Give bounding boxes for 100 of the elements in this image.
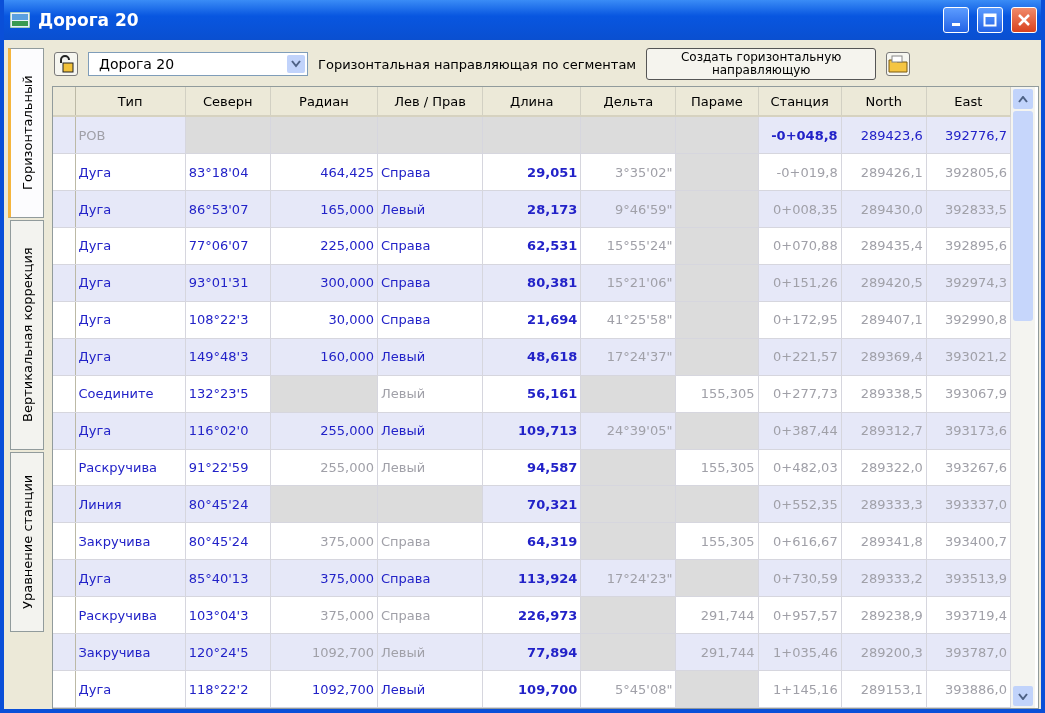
table-cell[interactable]: Дуга [75,190,186,228]
maximize-button[interactable] [977,7,1003,33]
column-header[interactable]: North [841,87,927,117]
table-cell[interactable]: Левый [377,412,483,449]
row-header-cell[interactable] [53,264,76,302]
table-cell[interactable]: 77°06'07 [185,227,271,265]
table-cell[interactable]: Дуга [75,670,186,708]
column-header[interactable]: Лев / Прав [377,87,483,117]
table-cell[interactable]: Справа [377,153,483,191]
table-cell[interactable]: 225,000 [270,227,378,265]
table-cell[interactable]: 108°22'3 [185,301,271,339]
table-cell[interactable]: -0+048,8 [758,116,842,154]
row-header-cell[interactable] [53,522,76,560]
lock-button[interactable] [54,52,78,76]
table-cell[interactable]: 80°45'24 [185,522,271,560]
table-cell[interactable]: 113,924 [482,559,581,597]
table-cell[interactable]: Справа [377,301,483,339]
row-header-cell[interactable] [53,559,76,597]
table-cell[interactable]: Раскручива [75,449,186,486]
row-header-cell[interactable] [53,596,76,634]
table-cell[interactable]: 48,618 [482,338,581,376]
table-cell[interactable]: 118°22'2 [185,670,271,708]
alignment-dropdown[interactable]: Дорога 20 [88,52,308,76]
table-cell[interactable]: 300,000 [270,264,378,302]
table-cell[interactable]: 464,425 [270,153,378,191]
table-cell[interactable]: 160,000 [270,338,378,376]
table-cell[interactable]: 28,173 [482,190,581,228]
table-cell[interactable]: 91°22'59 [185,449,271,486]
scroll-up-icon[interactable] [1018,95,1028,103]
table-cell[interactable]: Раскручива [75,596,186,634]
row-header-cell[interactable] [53,153,76,191]
column-header[interactable]: Параме [675,87,759,117]
table-cell[interactable]: 70,321 [482,485,581,523]
table-cell[interactable]: 109,700 [482,670,581,708]
table-cell[interactable]: 80,381 [482,264,581,302]
column-header[interactable]: Радиан [270,87,378,117]
column-header[interactable]: Северн [185,87,271,117]
row-header-cell[interactable] [53,449,76,486]
table-cell[interactable]: Соедините [75,375,186,413]
row-header-cell[interactable] [53,412,76,449]
table-cell[interactable]: 30,000 [270,301,378,339]
row-header-cell[interactable] [53,190,76,228]
table-cell[interactable]: Справа [377,227,483,265]
row-header-cell[interactable] [53,375,76,413]
table-cell[interactable]: Справа [377,559,483,597]
table-cell[interactable]: 83°18'04 [185,153,271,191]
table-cell[interactable]: 77,894 [482,633,581,671]
table-cell[interactable]: 132°23'5 [185,375,271,413]
table-cell[interactable]: Дуга [75,412,186,449]
table-cell[interactable]: Левый [377,670,483,708]
table-cell[interactable]: 289423,6 [841,116,927,154]
table-cell[interactable]: 94,587 [482,449,581,486]
table-cell[interactable]: 120°24'5 [185,633,271,671]
column-header[interactable]: Станция [758,87,842,117]
row-header-cell[interactable] [53,670,76,708]
table-cell[interactable]: Левый [377,190,483,228]
table-cell[interactable]: 93°01'31 [185,264,271,302]
table-cell[interactable]: 21,694 [482,301,581,339]
side-tab[interactable]: Горизонтальный [8,48,44,218]
column-header[interactable]: Тип [75,87,186,117]
row-header-cell[interactable] [53,338,76,376]
row-header-cell[interactable] [53,633,76,671]
table-cell[interactable]: 109,713 [482,412,581,449]
table-cell[interactable]: 62,531 [482,227,581,265]
column-header[interactable]: Длина [482,87,581,117]
table-cell[interactable]: 86°53'07 [185,190,271,228]
side-tab[interactable]: Вертикальная коррекция [10,220,44,450]
row-header-cell[interactable] [53,227,76,265]
row-header-cell[interactable] [53,116,76,154]
folder-button[interactable] [886,52,911,76]
close-button[interactable] [1011,7,1037,33]
table-cell[interactable]: 392776,7 [926,116,1011,154]
row-header-cell[interactable] [53,485,76,523]
table-cell[interactable]: 255,000 [270,412,378,449]
table-cell[interactable]: 56,161 [482,375,581,413]
table-cell[interactable]: 1092,700 [270,670,378,708]
table-cell[interactable]: 103°04'3 [185,596,271,634]
table-cell[interactable]: 29,051 [482,153,581,191]
table-cell[interactable]: 375,000 [270,559,378,597]
table-cell[interactable]: Дуга [75,338,186,376]
table-cell[interactable]: Дуга [75,264,186,302]
table-cell[interactable]: Дуга [75,227,186,265]
column-header[interactable]: Дельта [580,87,676,117]
row-header-cell[interactable] [53,301,76,339]
table-cell[interactable]: 226,973 [482,596,581,634]
scroll-down-icon[interactable] [1018,692,1028,700]
table-cell[interactable]: Дуга [75,559,186,597]
table-cell[interactable]: 116°02'0 [185,412,271,449]
table-cell[interactable]: 165,000 [270,190,378,228]
vertical-scrollbar[interactable] [1011,87,1035,708]
table-cell[interactable]: Закручива [75,633,186,671]
table-cell[interactable]: 149°48'3 [185,338,271,376]
table-cell[interactable]: 64,319 [482,522,581,560]
column-header[interactable]: East [926,87,1011,117]
minimize-button[interactable] [943,7,969,33]
table-cell[interactable]: 80°45'24 [185,485,271,523]
table-cell[interactable]: Справа [377,264,483,302]
create-alignment-button[interactable]: Создать горизонтальную направляющую [646,48,877,80]
table-cell[interactable]: Дуга [75,301,186,339]
table-cell[interactable]: Закручива [75,522,186,560]
